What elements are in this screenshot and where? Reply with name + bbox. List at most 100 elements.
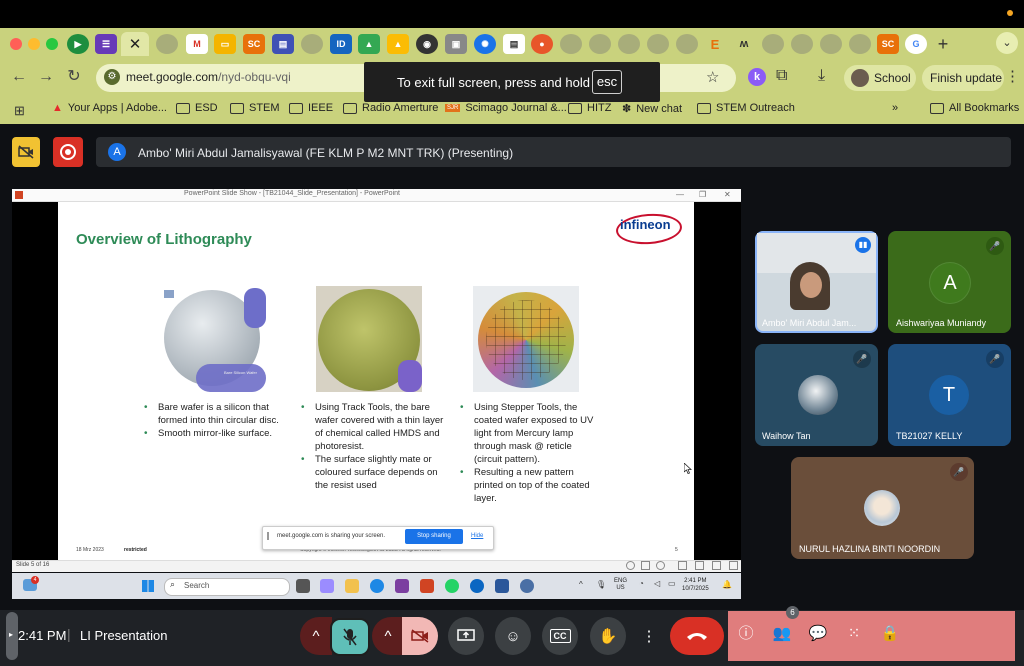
close-window-icon[interactable] xyxy=(10,38,22,50)
bookmark-radio[interactable]: Radio Amerture xyxy=(343,102,438,114)
drag-handle-icon[interactable] xyxy=(267,532,275,540)
present-now-button[interactable] xyxy=(448,617,484,655)
app-icon[interactable] xyxy=(470,579,484,593)
tab-docs-icon[interactable]: ▤ xyxy=(272,34,294,54)
tab-reddit-icon[interactable]: ● xyxy=(531,34,553,54)
tab-search-chevron-icon[interactable]: ⌄ xyxy=(996,32,1018,54)
tab-generic-icon[interactable] xyxy=(560,34,582,54)
tab-generic-icon[interactable] xyxy=(301,34,323,54)
bookmark-newchat[interactable]: ✽ New chat xyxy=(622,102,682,116)
stop-sharing-button[interactable]: Stop sharing xyxy=(405,529,463,544)
tab-active-close-icon[interactable]: ✕ xyxy=(121,32,149,56)
tab-generic-icon[interactable] xyxy=(156,34,178,54)
meeting-details-info-icon[interactable]: ⓘ xyxy=(736,624,756,644)
slide-sorter-icon[interactable] xyxy=(695,561,704,570)
recording-button[interactable] xyxy=(53,137,83,167)
tab-generic-icon[interactable] xyxy=(676,34,698,54)
more-options-button[interactable]: ⋮ xyxy=(636,617,662,655)
reload-icon[interactable]: ↻ xyxy=(63,66,85,88)
hide-link[interactable]: Hide xyxy=(471,533,483,539)
onenote-icon[interactable] xyxy=(395,579,409,593)
chat-icon[interactable]: 💬 xyxy=(808,624,828,644)
microphone-tray-icon[interactable]: 🎙 xyxy=(596,580,606,589)
tab-generic-icon[interactable] xyxy=(849,34,871,54)
next-slide-icon[interactable] xyxy=(656,561,665,570)
notes-icon[interactable] xyxy=(641,561,650,570)
prev-slide-icon[interactable] xyxy=(626,561,635,570)
tab-sc-icon[interactable]: SC xyxy=(877,34,899,54)
camera-off-icon[interactable] xyxy=(12,137,40,167)
url-text[interactable]: meet.google.com/nyd-obqu-vqi xyxy=(126,70,291,84)
bookmark-scimago[interactable]: SJR Scimago Journal &... xyxy=(445,102,567,114)
tab-e-icon[interactable]: E xyxy=(704,34,726,54)
language-indicator[interactable]: ENG US xyxy=(614,578,627,592)
file-explorer-icon[interactable] xyxy=(345,579,359,593)
ppt-minimize-icon[interactable]: — xyxy=(676,190,684,199)
expand-arrow-icon[interactable]: ▸ xyxy=(9,630,13,639)
site-info-icon[interactable]: ⚙ xyxy=(104,69,120,85)
bookmark-esd[interactable]: ESD xyxy=(176,102,218,114)
tab-generic-icon[interactable] xyxy=(762,34,784,54)
notification-bell-icon[interactable]: 🔔 xyxy=(722,580,732,589)
microphone-off-button[interactable] xyxy=(330,618,370,656)
bookmark-stem-outreach[interactable]: STEM Outreach xyxy=(697,102,795,114)
bookmark-star-icon[interactable]: ☆ xyxy=(706,68,719,86)
bookmark-stem[interactable]: STEM xyxy=(230,102,280,114)
browser-menu-icon[interactable]: ⋮ xyxy=(1005,67,1020,85)
taskbar-clock[interactable]: 2:41 PM 10/7/2025 xyxy=(682,577,709,593)
maximize-window-icon[interactable] xyxy=(46,38,58,50)
ppt-close-icon[interactable]: ✕ xyxy=(724,190,731,199)
settings-icon[interactable] xyxy=(520,579,534,593)
tab-mendeley-icon[interactable]: ʍ xyxy=(733,34,755,54)
people-icon[interactable]: 👥 xyxy=(772,624,792,644)
bookmark-hitz[interactable]: HITZ xyxy=(568,102,611,114)
word-icon[interactable] xyxy=(495,579,509,593)
tab-gmail-icon[interactable]: M xyxy=(186,34,208,54)
normal-view-icon[interactable] xyxy=(678,561,687,570)
tab-sc-icon[interactable]: SC xyxy=(243,34,265,54)
tab-drive-icon[interactable]: ▲ xyxy=(387,34,409,54)
tab-page-icon[interactable]: ▤ xyxy=(503,34,525,54)
tab-generic-icon[interactable] xyxy=(820,34,842,54)
raise-hand-button[interactable]: ✋ xyxy=(590,617,626,655)
slideshow-icon[interactable] xyxy=(729,561,738,570)
whatsapp-icon[interactable] xyxy=(445,579,459,593)
reading-view-icon[interactable] xyxy=(712,561,721,570)
tab-forms-icon[interactable]: ☰ xyxy=(95,34,117,54)
extension-k-icon[interactable]: k xyxy=(748,68,766,86)
bookmark-adobe[interactable]: ▲ Your Apps | Adobe... xyxy=(52,102,167,114)
taskbar-search-box[interactable] xyxy=(164,578,290,596)
apps-grid-icon[interactable]: ⊞ xyxy=(14,103,25,119)
tab-generic-icon[interactable] xyxy=(589,34,611,54)
task-view-icon[interactable] xyxy=(296,579,310,593)
bookmark-ieee[interactable]: IEEE xyxy=(289,102,333,114)
forward-arrow-icon[interactable]: → xyxy=(35,66,57,88)
activities-grid-icon[interactable]: ⁙ xyxy=(844,624,864,644)
tab-photo-icon[interactable]: ▣ xyxy=(445,34,467,54)
tab-id-icon[interactable]: ID xyxy=(330,34,352,54)
tray-chevron-icon[interactable]: ^ xyxy=(579,580,583,589)
ppt-restore-icon[interactable]: ❐ xyxy=(699,190,706,199)
wifi-icon[interactable]: ◔ xyxy=(639,579,644,588)
tab-chrome-icon[interactable]: ◉ xyxy=(416,34,438,54)
audio-settings-chevron-icon[interactable]: ^ xyxy=(300,617,332,655)
tab-meet-icon[interactable]: ▶ xyxy=(67,34,89,54)
host-controls-lock-icon[interactable]: 🔒 xyxy=(880,624,900,644)
tab-settings-icon[interactable]: ✺ xyxy=(474,34,496,54)
tab-generic-icon[interactable] xyxy=(791,34,813,54)
windows-start-icon[interactable] xyxy=(142,580,154,592)
copilot-icon[interactable] xyxy=(320,579,334,593)
back-arrow-icon[interactable]: ← xyxy=(8,66,30,88)
leave-call-button[interactable] xyxy=(670,617,724,655)
download-icon[interactable]: ⤓ xyxy=(818,67,825,85)
video-settings-chevron-icon[interactable]: ^ xyxy=(372,617,404,655)
tab-generic-icon[interactable] xyxy=(618,34,640,54)
new-tab-button[interactable]: + xyxy=(932,34,954,54)
tab-slides-icon[interactable]: ▭ xyxy=(214,34,236,54)
tab-drive-icon[interactable]: ▲ xyxy=(358,34,380,54)
powerpoint-taskbar-icon[interactable] xyxy=(420,579,434,593)
battery-icon[interactable]: ▭ xyxy=(668,579,676,588)
minimize-window-icon[interactable] xyxy=(28,38,40,50)
extensions-puzzle-icon[interactable]: ⧉ xyxy=(776,67,787,85)
volume-icon[interactable]: ◁ xyxy=(654,579,660,588)
